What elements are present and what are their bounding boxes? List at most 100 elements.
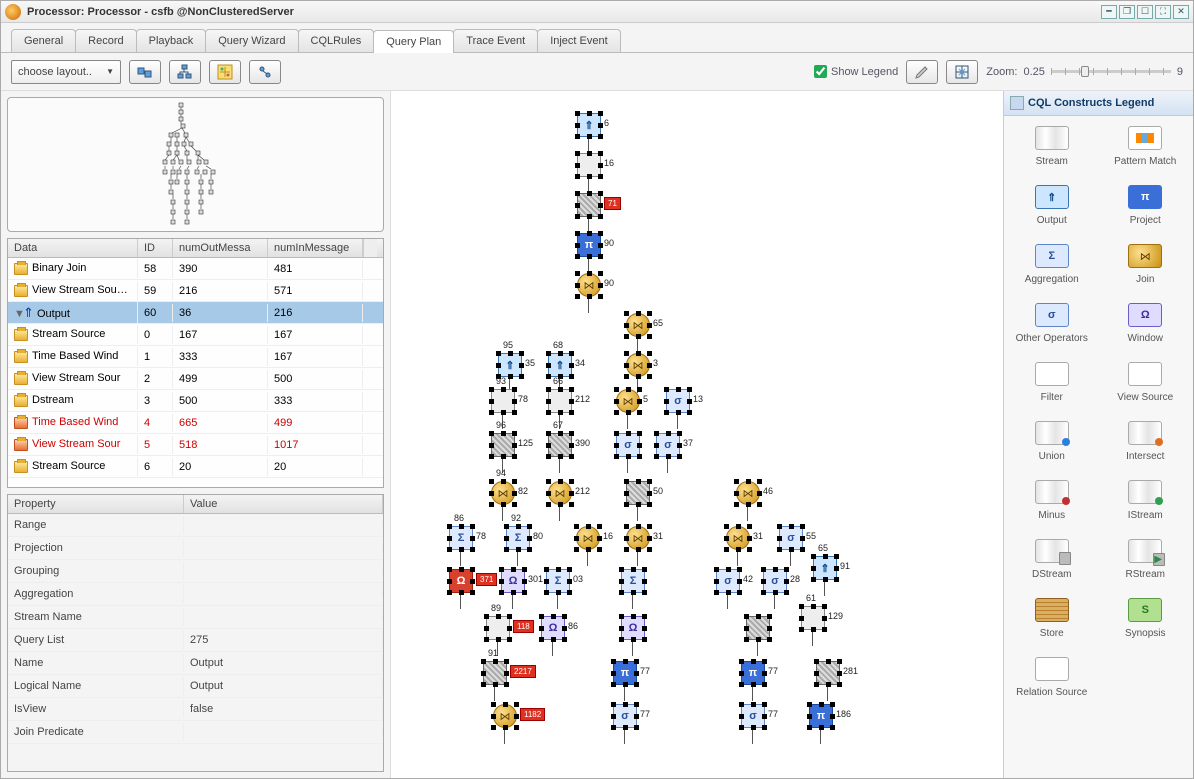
plan-node-hatch[interactable]: 67390: [548, 433, 572, 457]
plan-node-output[interactable]: ⇑6591: [813, 556, 837, 580]
fullscreen-button[interactable]: ⛶: [1155, 5, 1171, 19]
plan-node-join[interactable]: ⋈65: [626, 313, 650, 337]
property-row[interactable]: Join Predicate: [8, 721, 383, 744]
table-row[interactable]: Binary Join58390481: [8, 258, 383, 280]
settings-button[interactable]: [906, 60, 938, 84]
maximize-button[interactable]: ☐: [1137, 5, 1153, 19]
plan-node-join[interactable]: ⋈3: [626, 353, 650, 377]
plan-node-join[interactable]: ⋈1182: [493, 704, 517, 728]
property-row[interactable]: Query List275: [8, 629, 383, 652]
plan-node-output[interactable]: ⇑6834: [548, 353, 572, 377]
table-row[interactable]: View Stream Source59216571: [8, 280, 383, 302]
tab-playback[interactable]: Playback: [136, 29, 207, 52]
plan-node-omega[interactable]: Ω301: [501, 569, 525, 593]
tab-trace-event[interactable]: Trace Event: [453, 29, 538, 52]
table-row[interactable]: ▼⇑ Output6036216: [8, 302, 383, 324]
col-header-id[interactable]: ID: [138, 239, 173, 257]
show-legend-input[interactable]: [814, 65, 827, 78]
plan-node-hatch[interactable]: 71: [577, 193, 601, 217]
plan-node-sigma[interactable]: σ37: [656, 433, 680, 457]
property-row[interactable]: Aggregation: [8, 583, 383, 606]
plan-node-join[interactable]: ⋈31: [726, 526, 750, 550]
plan-node-hatch[interactable]: 281: [816, 661, 840, 685]
plan-node-sigma[interactable]: σ77: [741, 704, 765, 728]
tab-record[interactable]: Record: [75, 29, 136, 52]
plan-node-agg[interactable]: Σ8678: [449, 526, 473, 550]
tab-cqlrules[interactable]: CQLRules: [298, 29, 375, 52]
show-legend-checkbox[interactable]: Show Legend: [814, 65, 898, 78]
table-row[interactable]: Time Based Wind4665499: [8, 412, 383, 434]
property-row[interactable]: IsViewfalse: [8, 698, 383, 721]
layout-select[interactable]: choose layout.. ▼: [11, 60, 121, 84]
plan-node-project[interactable]: π90: [577, 233, 601, 257]
query-plan-canvas[interactable]: ⇑6 16 71 π90 ⋈90 ⋈65 ⇑9535 ⇑6834 ⋈3 9378 66212 ⋈5 σ1…: [391, 91, 1003, 778]
property-row[interactable]: Range: [8, 514, 383, 537]
minimap[interactable]: [7, 97, 384, 232]
plan-node-sigma[interactable]: σ42: [716, 569, 740, 593]
plan-node-sigma[interactable]: σ: [616, 433, 640, 457]
toolbar-button-4[interactable]: [249, 60, 281, 84]
plan-node-agg[interactable]: Σ: [621, 569, 645, 593]
plan-node-project[interactable]: π77: [741, 661, 765, 685]
property-grid-body[interactable]: RangeProjectionGroupingAggregationStream…: [8, 514, 383, 771]
close-button[interactable]: ✕: [1173, 5, 1189, 19]
plan-node-sigma[interactable]: σ77: [613, 704, 637, 728]
plan-node-project[interactable]: π186: [809, 704, 833, 728]
plan-node-store[interactable]: 9378: [491, 389, 515, 413]
tab-query-plan[interactable]: Query Plan: [373, 30, 454, 53]
table-row[interactable]: View Stream Sour2499500: [8, 368, 383, 390]
plan-node-join[interactable]: ⋈16: [576, 526, 600, 550]
plan-node-hatch[interactable]: 50: [626, 481, 650, 505]
table-row[interactable]: Stream Source62020: [8, 456, 383, 478]
toolbar-button-1[interactable]: [129, 60, 161, 84]
table-row[interactable]: Stream Source0167167: [8, 324, 383, 346]
property-row[interactable]: Logical NameOutput: [8, 675, 383, 698]
plan-node-sigma[interactable]: σ55: [779, 526, 803, 550]
plan-node-store[interactable]: 16: [577, 153, 601, 177]
col-header-value[interactable]: Value: [184, 495, 383, 513]
toolbar-button-2[interactable]: [169, 60, 201, 84]
col-header-in[interactable]: numInMessage: [268, 239, 363, 257]
tab-query-wizard[interactable]: Query Wizard: [205, 29, 298, 52]
plan-node-omega[interactable]: Ω: [621, 616, 645, 640]
table-row[interactable]: Time Based Wind1333167: [8, 346, 383, 368]
plan-node-omega[interactable]: Ω86: [541, 616, 565, 640]
plan-node-sigma[interactable]: σ28: [763, 569, 787, 593]
tab-inject-event[interactable]: Inject Event: [537, 29, 620, 52]
plan-node-join[interactable]: ⋈90: [577, 273, 601, 297]
plan-node-hatch[interactable]: 912217: [483, 661, 507, 685]
restore-down-button[interactable]: ❐: [1119, 5, 1135, 19]
property-row[interactable]: Projection: [8, 537, 383, 560]
col-header-property[interactable]: Property: [8, 495, 184, 513]
plan-node-join[interactable]: ⋈46: [736, 481, 760, 505]
fit-button[interactable]: [946, 60, 978, 84]
minimize-button[interactable]: ━: [1101, 5, 1117, 19]
plan-node-sigma[interactable]: σ13: [666, 389, 690, 413]
table-row[interactable]: View Stream Sour55181017: [8, 434, 383, 456]
plan-node-omega[interactable]: Ω371: [449, 569, 473, 593]
toolbar-button-3[interactable]: [209, 60, 241, 84]
plan-node-join[interactable]: ⋈5: [616, 389, 640, 413]
plan-node-store[interactable]: 89118: [486, 616, 510, 640]
col-header-data[interactable]: Data: [8, 239, 138, 257]
data-grid-body[interactable]: Binary Join58390481View Stream Source592…: [8, 258, 383, 487]
property-row[interactable]: Stream Name: [8, 606, 383, 629]
plan-node-join[interactable]: ⋈31: [626, 526, 650, 550]
plan-node-store[interactable]: 61129: [801, 606, 825, 630]
plan-node-join[interactable]: ⋈212: [548, 481, 572, 505]
plan-node-project[interactable]: π77: [613, 661, 637, 685]
plan-node-output[interactable]: ⇑9535: [498, 353, 522, 377]
plan-node-join[interactable]: ⋈9482: [491, 481, 515, 505]
table-row[interactable]: Dstream3500333: [8, 390, 383, 412]
property-row[interactable]: Grouping: [8, 560, 383, 583]
plan-node-store[interactable]: 66212: [548, 389, 572, 413]
zoom-slider[interactable]: [1051, 70, 1171, 73]
plan-node-agg[interactable]: Σ9280: [506, 526, 530, 550]
tab-general[interactable]: General: [11, 29, 76, 52]
plan-node-hatch[interactable]: [746, 616, 770, 640]
col-header-out[interactable]: numOutMessa: [173, 239, 268, 257]
plan-node-hatch[interactable]: 96125: [491, 433, 515, 457]
property-row[interactable]: NameOutput: [8, 652, 383, 675]
plan-node-agg[interactable]: Σ03: [546, 569, 570, 593]
plan-node-output[interactable]: ⇑6: [577, 113, 601, 137]
